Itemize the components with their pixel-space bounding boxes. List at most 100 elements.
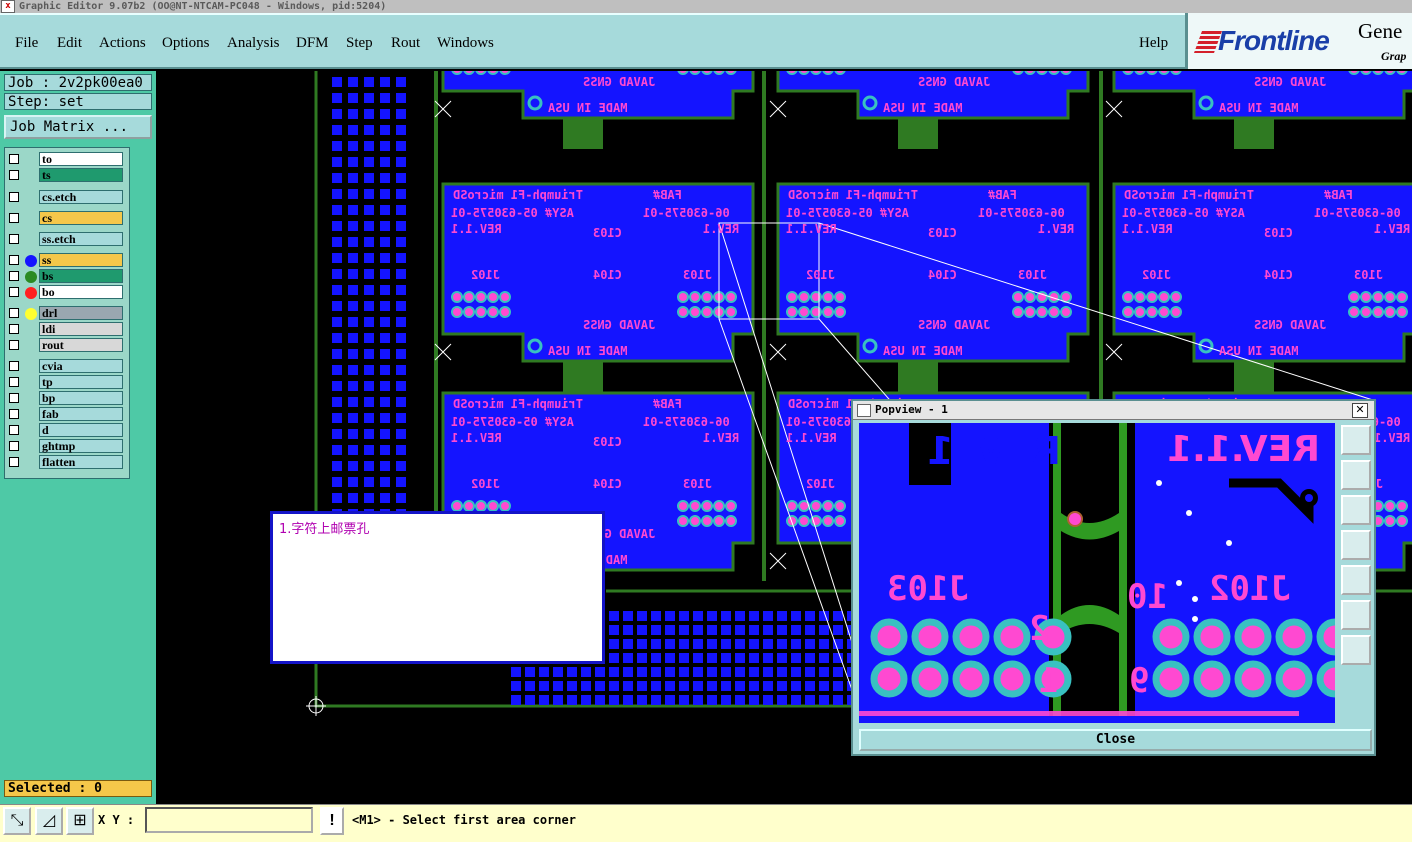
pan-down-icon[interactable] [1341, 495, 1371, 525]
layer-checkbox[interactable] [9, 170, 19, 180]
annotation-note[interactable]: 1.字符上邮票孔 [270, 511, 605, 664]
layer-checkbox[interactable] [9, 441, 19, 451]
pan-right-icon[interactable] [1341, 565, 1371, 595]
board-title-text: Triumph-F1 microSD [1124, 188, 1255, 202]
layer-row-to[interactable]: to [5, 152, 129, 167]
layer-name[interactable]: ss [39, 253, 123, 267]
layer-checkbox[interactable] [9, 287, 19, 297]
menu-help[interactable]: Help [1139, 35, 1168, 52]
zoom-fit-icon[interactable] [1341, 425, 1371, 455]
popview-canvas[interactable]: REV. 1 REV.1.1 J103 J102 10 2 1 9 [859, 423, 1335, 723]
layer-checkbox[interactable] [9, 324, 19, 334]
board-brand-text: JAVAD GNSS [918, 75, 991, 89]
xy-input[interactable] [145, 807, 313, 833]
layer-row-tp[interactable]: tp [5, 375, 129, 390]
menu-step[interactable]: Step [346, 35, 373, 52]
layer-row-rout[interactable]: rout [5, 338, 129, 353]
job-matrix-button[interactable]: Job Matrix ... [4, 115, 152, 139]
layer-row-cs-etch[interactable]: cs.etch [5, 190, 129, 205]
popview-close-button[interactable]: Close [859, 729, 1372, 751]
layer-list: to ts cs.etch cs ss.etch ss bs bo drl ldi rout cvia… [4, 147, 130, 479]
layer-row-flatten[interactable]: flatten [5, 455, 129, 470]
popview-title: Popview - 1 [875, 403, 948, 416]
layer-row-cs[interactable]: cs [5, 211, 129, 226]
layer-row-bp[interactable]: bp [5, 391, 129, 406]
layer-name[interactable]: fab [39, 407, 123, 421]
menu-edit[interactable]: Edit [57, 35, 82, 52]
layer-name[interactable]: bs [39, 269, 123, 283]
layer-checkbox[interactable] [9, 308, 19, 318]
layer-checkbox[interactable] [9, 425, 19, 435]
layer-name[interactable]: d [39, 423, 123, 437]
pan-up-icon[interactable] [1341, 460, 1371, 490]
layer-row-ts[interactable]: ts [5, 168, 129, 183]
layer-checkbox[interactable] [9, 340, 19, 350]
layer-row-d[interactable]: d [5, 423, 129, 438]
board-j103-text: J103 [683, 268, 712, 282]
layer-checkbox[interactable] [9, 192, 19, 202]
layer-checkbox[interactable] [9, 457, 19, 467]
layer-row-ldi[interactable]: ldi [5, 322, 129, 337]
layer-checkbox[interactable] [9, 409, 19, 419]
menu-rout[interactable]: Rout [391, 35, 420, 52]
board-title-text: Triumph-F1 microSD [453, 397, 584, 411]
layer-name[interactable]: cvia [39, 359, 123, 373]
close-icon[interactable]: ✕ [1352, 403, 1368, 418]
layer-row-drl[interactable]: drl [5, 306, 129, 321]
pan-left-icon[interactable] [1341, 530, 1371, 560]
board-part-text: 06-630575-01 [1314, 206, 1401, 220]
layer-row-ghtmp[interactable]: ghtmp [5, 439, 129, 454]
board-c103-text: C103 [593, 226, 622, 240]
layer-name[interactable]: tp [39, 375, 123, 389]
zoom-out-icon[interactable] [1341, 635, 1371, 665]
menu-options[interactable]: Options [162, 35, 210, 52]
layer-name[interactable]: bp [39, 391, 123, 405]
layer-name[interactable]: drl [39, 306, 123, 320]
layer-name[interactable]: flatten [39, 455, 123, 469]
menu-windows[interactable]: Windows [437, 35, 494, 52]
layer-checkbox[interactable] [9, 271, 19, 281]
menu-analysis[interactable]: Analysis [227, 35, 280, 52]
board-asy-text: ASY# 05-630575-01 [786, 206, 909, 220]
zoom-in-icon[interactable] [1341, 600, 1371, 630]
layer-row-cvia[interactable]: cvia [5, 359, 129, 374]
alert-icon[interactable]: ! [320, 807, 344, 835]
layer-row-ss[interactable]: ss [5, 253, 129, 268]
layer-color-dot-icon [25, 308, 37, 320]
layer-name[interactable]: to [39, 152, 123, 166]
popview-window[interactable]: Popview - 1 ✕ REV. 1 REV.1.1 J103 J102 1… [851, 399, 1376, 756]
window-title-bar: x Graphic Editor 9.07b2 (OO@NT-NTCAM-PC04… [0, 0, 1412, 13]
layer-row-bo[interactable]: bo [5, 285, 129, 300]
select-tool-icon[interactable]: ⤡ [3, 807, 31, 835]
layer-checkbox[interactable] [9, 361, 19, 371]
board-part-text: 06-630575-01 [978, 206, 1065, 220]
board-j102-text: J102 [471, 268, 500, 282]
menu-actions[interactable]: Actions [99, 35, 146, 52]
note-text: 1.字符上邮票孔 [279, 522, 370, 537]
layer-checkbox[interactable] [9, 255, 19, 265]
layer-checkbox[interactable] [9, 154, 19, 164]
layer-name[interactable]: ts [39, 168, 123, 182]
layer-checkbox[interactable] [9, 234, 19, 244]
layer-row-bs[interactable]: bs [5, 269, 129, 284]
layer-name[interactable]: ldi [39, 322, 123, 336]
layer-name[interactable]: rout [39, 338, 123, 352]
layer-checkbox[interactable] [9, 377, 19, 387]
measure-tool-icon[interactable]: ◿ [35, 807, 63, 835]
layer-checkbox[interactable] [9, 393, 19, 403]
layer-checkbox[interactable] [9, 213, 19, 223]
pop-pin-10-text: 10 [1127, 577, 1168, 617]
layer-row-fab[interactable]: fab [5, 407, 129, 422]
layer-name[interactable]: ss.etch [39, 232, 123, 246]
menu-dfm[interactable]: DFM [296, 35, 329, 52]
layer-name[interactable]: bo [39, 285, 123, 299]
layer-name[interactable]: cs.etch [39, 190, 123, 204]
popview-title-bar[interactable]: Popview - 1 ✕ [853, 401, 1374, 420]
board-rev1-text: REV.1 [703, 222, 740, 236]
layer-row-ss-etch[interactable]: ss.etch [5, 232, 129, 247]
menu-file[interactable]: File [15, 35, 38, 52]
layer-name[interactable]: cs [39, 211, 123, 225]
snap-grid-icon[interactable]: ⊞ [66, 807, 94, 835]
layer-name[interactable]: ghtmp [39, 439, 123, 453]
board-asy-text: ASY# 05-630575-01 [451, 415, 574, 429]
